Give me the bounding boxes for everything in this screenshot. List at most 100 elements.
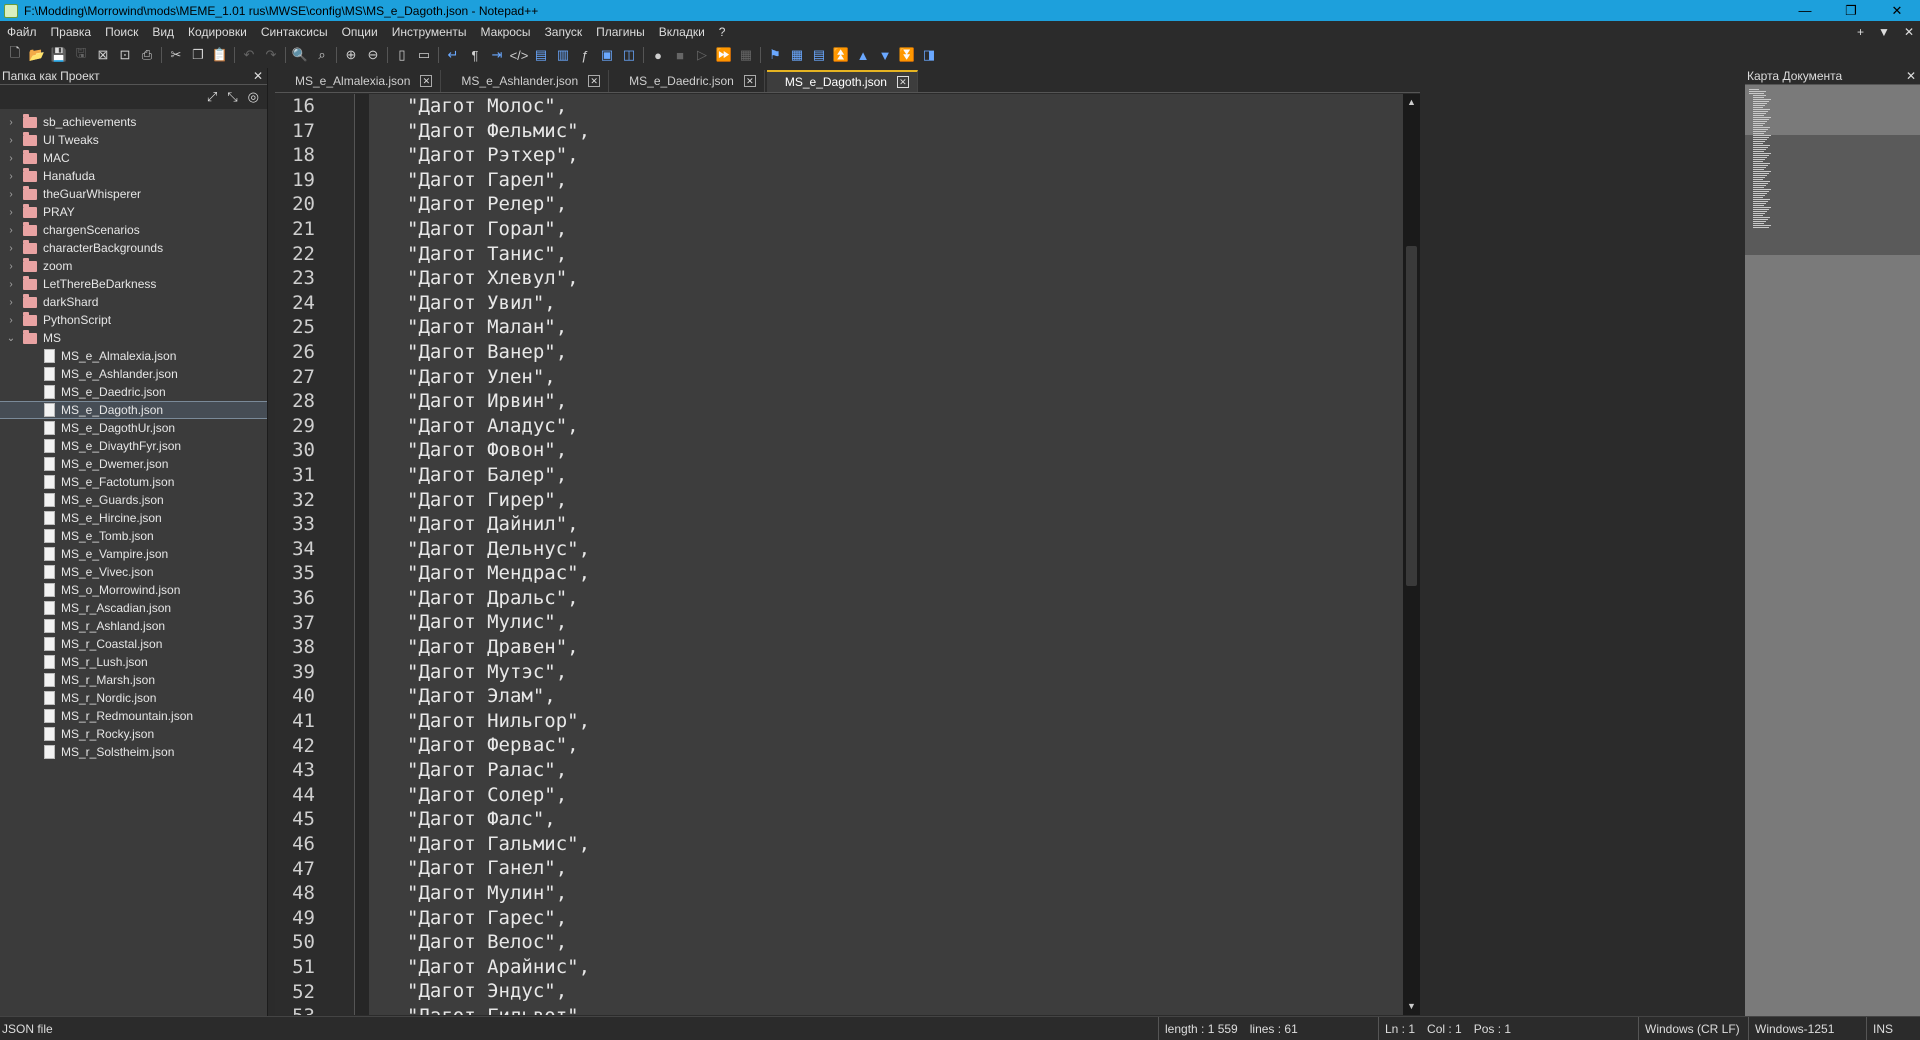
chevron-right-icon[interactable]: › <box>4 315 18 326</box>
cut-icon[interactable]: ✂ <box>165 44 187 66</box>
last-diff-icon[interactable]: ⏬ <box>896 44 918 66</box>
tree-folder-item[interactable]: › darkShard <box>0 293 267 311</box>
tab-ms-e-daedric-json[interactable]: MS_e_Daedric.json ✕ <box>611 70 765 92</box>
tree-file-item[interactable]: MS_e_Ashlander.json <box>0 365 267 383</box>
chevron-right-icon[interactable]: › <box>4 153 18 164</box>
doc-list-icon[interactable]: ▥ <box>552 44 574 66</box>
locate-current-file-icon[interactable]: ◎ <box>248 89 259 105</box>
tree-folder-item[interactable]: › PythonScript <box>0 311 267 329</box>
tree-file-item[interactable]: MS_r_Marsh.json <box>0 671 267 689</box>
zoom-out-icon[interactable]: ⊖ <box>362 44 384 66</box>
chevron-right-icon[interactable]: › <box>4 225 18 236</box>
panel-icon[interactable]: ◨ <box>918 44 940 66</box>
tree-file-item[interactable]: MS_r_Lush.json <box>0 653 267 671</box>
sync-vertical-icon[interactable]: ▯ <box>391 44 413 66</box>
tree-file-item[interactable]: MS_e_Hircine.json <box>0 509 267 527</box>
close-tab-icon[interactable]: ✕ <box>420 75 433 87</box>
tree-file-item[interactable]: MS_e_Almalexia.json <box>0 347 267 365</box>
tree-folder-item[interactable]: › UI Tweaks <box>0 131 267 149</box>
close-tab-icon[interactable]: ✕ <box>743 75 756 87</box>
indent-guide-icon[interactable]: ⇥ <box>486 44 508 66</box>
chevron-right-icon[interactable]: › <box>4 117 18 128</box>
save-icon[interactable]: 💾 <box>48 44 70 66</box>
tree-folder-item[interactable]: ⌄ MS <box>0 329 267 347</box>
sync-horizontal-icon[interactable]: ▭ <box>413 44 435 66</box>
monitor-icon[interactable]: ◫ <box>618 44 640 66</box>
tree-file-item[interactable]: MS_r_Solstheim.json <box>0 743 267 761</box>
tree-folder-item[interactable]: › zoom <box>0 257 267 275</box>
menu-item-3[interactable]: Вид <box>145 25 181 39</box>
tab-ms-e-dagoth-json[interactable]: MS_e_Dagoth.json ✕ <box>766 70 918 92</box>
tree-file-item[interactable]: MS_e_Tomb.json <box>0 527 267 545</box>
chevron-down-icon[interactable]: ⌄ <box>4 333 18 344</box>
chevron-right-icon[interactable]: › <box>4 207 18 218</box>
tree-folder-item[interactable]: › sb_achievements <box>0 113 267 131</box>
stop-macro-icon[interactable]: ■ <box>669 44 691 66</box>
folder-workspace-icon[interactable]: ▣ <box>596 44 618 66</box>
tree-file-item[interactable]: MS_r_Ashland.json <box>0 617 267 635</box>
menu-item-11[interactable]: Вкладки <box>652 25 712 39</box>
folder-panel-close-button[interactable]: ✕ <box>253 69 263 83</box>
chevron-right-icon[interactable]: › <box>4 261 18 272</box>
restore-button[interactable]: ❐ <box>1828 0 1874 21</box>
menu-right-control-0[interactable]: + <box>1857 25 1864 39</box>
close-all-icon[interactable]: ⊡ <box>114 44 136 66</box>
chevron-right-icon[interactable]: › <box>4 135 18 146</box>
close-icon[interactable]: ⊠ <box>92 44 114 66</box>
tree-file-item[interactable]: MS_e_Factotum.json <box>0 473 267 491</box>
vertical-scrollbar[interactable]: ▲ ▼ <box>1403 94 1420 1015</box>
tree-folder-item[interactable]: › Hanafuda <box>0 167 267 185</box>
open-file-icon[interactable]: 📂 <box>26 44 48 66</box>
chevron-right-icon[interactable]: › <box>4 243 18 254</box>
menu-item-1[interactable]: Правка <box>44 25 99 39</box>
redo-icon[interactable]: ↷ <box>260 44 282 66</box>
tree-folder-item[interactable]: › LetThereBeDarkness <box>0 275 267 293</box>
menu-right-control-2[interactable]: ✕ <box>1904 25 1914 39</box>
close-tab-icon[interactable]: ✕ <box>896 76 909 88</box>
code-area[interactable]: "Дагот Молос", "Дагот Фельмис", "Дагот Рэт… <box>369 94 1420 1015</box>
tree-folder-item[interactable]: › characterBackgrounds <box>0 239 267 257</box>
document-map-close-button[interactable]: ✕ <box>1906 69 1916 83</box>
find-icon[interactable]: 🔍 <box>289 44 311 66</box>
html-tag-icon[interactable]: </> <box>508 44 530 66</box>
minimize-button[interactable]: — <box>1782 0 1828 21</box>
run-multiple-icon[interactable]: ⏩ <box>713 44 735 66</box>
close-tab-icon[interactable]: ✕ <box>588 75 601 87</box>
word-wrap-icon[interactable]: ↵ <box>442 44 464 66</box>
tree-file-item[interactable]: MS_e_Dwemer.json <box>0 455 267 473</box>
tree-file-item[interactable]: MS_o_Morrowind.json <box>0 581 267 599</box>
record-macro-icon[interactable]: ● <box>647 44 669 66</box>
function-list-icon[interactable]: ƒ <box>574 44 596 66</box>
scroll-up-arrow-icon[interactable]: ▲ <box>1403 94 1420 111</box>
paste-icon[interactable]: 📋 <box>209 44 231 66</box>
expand-all-icon[interactable]: ⤢ <box>207 89 217 105</box>
copy-icon[interactable]: ❐ <box>187 44 209 66</box>
compare-icon[interactable]: ▦ <box>786 44 808 66</box>
tree-folder-item[interactable]: › MAC <box>0 149 267 167</box>
status-encoding[interactable]: Windows-1251 <box>1748 1017 1834 1040</box>
new-file-icon[interactable]: 🗋 <box>4 44 26 66</box>
chevron-right-icon[interactable]: › <box>4 189 18 200</box>
tree-file-item[interactable]: MS_r_Rocky.json <box>0 725 267 743</box>
chevron-right-icon[interactable]: › <box>4 279 18 290</box>
menu-item-6[interactable]: Опции <box>335 25 385 39</box>
menu-item-8[interactable]: Макросы <box>474 25 538 39</box>
tree-file-item[interactable]: MS_e_DivaythFyr.json <box>0 437 267 455</box>
scrollbar-thumb[interactable] <box>1406 246 1417 586</box>
menu-item-2[interactable]: Поиск <box>98 25 145 39</box>
status-eol[interactable]: Windows (CR LF) <box>1638 1017 1740 1040</box>
tree-file-item[interactable]: MS_e_DagothUr.json <box>0 419 267 437</box>
tree-file-item[interactable]: MS_r_Redmountain.json <box>0 707 267 725</box>
tree-file-item[interactable]: MS_e_Dagoth.json <box>0 401 267 419</box>
tree-file-item[interactable]: MS_r_Nordic.json <box>0 689 267 707</box>
menu-item-9[interactable]: Запуск <box>538 25 590 39</box>
compare-next-icon[interactable]: ▤ <box>808 44 830 66</box>
document-map-viewport[interactable] <box>1745 135 1920 255</box>
next-diff-icon[interactable]: ▼ <box>874 44 896 66</box>
zoom-in-icon[interactable]: ⊕ <box>340 44 362 66</box>
menu-item-10[interactable]: Плагины <box>589 25 652 39</box>
chevron-right-icon[interactable]: › <box>4 297 18 308</box>
bookmark-icon[interactable]: ⚑ <box>764 44 786 66</box>
menu-item-5[interactable]: Синтаксисы <box>254 25 335 39</box>
tab-ms-e-almalexia-json[interactable]: MS_e_Almalexia.json ✕ <box>277 70 442 92</box>
